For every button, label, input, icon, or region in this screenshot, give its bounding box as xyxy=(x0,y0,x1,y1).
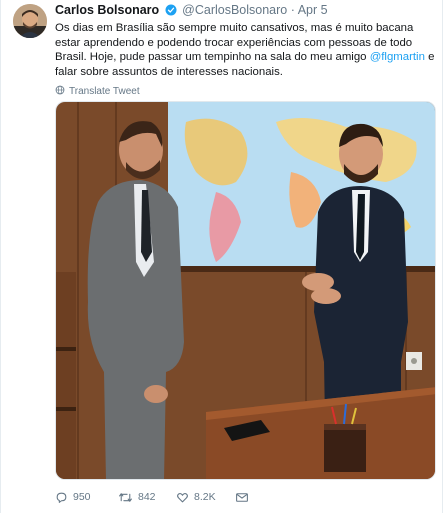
verified-badge-icon xyxy=(165,4,177,20)
mention-link[interactable]: @flgmartin xyxy=(370,51,425,63)
translate-label: Translate Tweet xyxy=(69,86,140,97)
avatar[interactable] xyxy=(13,4,47,38)
direct-message-button[interactable] xyxy=(235,488,249,506)
tweet-timestamp[interactable]: Apr 5 xyxy=(298,3,328,17)
retweet-count: 842 xyxy=(138,491,156,503)
reply-count: 950 xyxy=(73,491,91,503)
reply-button[interactable]: 950 xyxy=(55,488,91,506)
tweet-text: Os dias em Brasília são sempre muito can… xyxy=(55,21,437,79)
header-separator: · xyxy=(290,3,295,17)
tweet-card[interactable]: Carlos Bolsonaro @CarlosBolsonaro · Apr … xyxy=(0,0,443,513)
tweet-photo[interactable] xyxy=(55,101,436,480)
tweet-content: Carlos Bolsonaro @CarlosBolsonaro · Apr … xyxy=(55,2,437,98)
tweet-actions: 950 842 8.2K xyxy=(55,488,375,506)
tweet-text-part-1: Os dias em Brasília são sempre muito can… xyxy=(55,22,414,63)
globe-icon xyxy=(55,85,65,98)
photo-two-men-in-office xyxy=(56,102,435,479)
avatar-image xyxy=(13,4,47,38)
translate-tweet-link[interactable]: Translate Tweet xyxy=(55,85,437,98)
heart-icon xyxy=(176,491,189,504)
envelope-icon xyxy=(235,491,249,504)
author-handle[interactable]: @CarlosBolsonaro xyxy=(182,3,287,17)
reply-icon xyxy=(55,491,68,504)
author-name[interactable]: Carlos Bolsonaro xyxy=(55,3,159,17)
tweet-header: Carlos Bolsonaro @CarlosBolsonaro · Apr … xyxy=(55,2,437,20)
like-count: 8.2K xyxy=(194,491,216,503)
retweet-button[interactable]: 842 xyxy=(118,488,156,506)
retweet-icon xyxy=(118,491,133,504)
like-button[interactable]: 8.2K xyxy=(176,488,216,506)
